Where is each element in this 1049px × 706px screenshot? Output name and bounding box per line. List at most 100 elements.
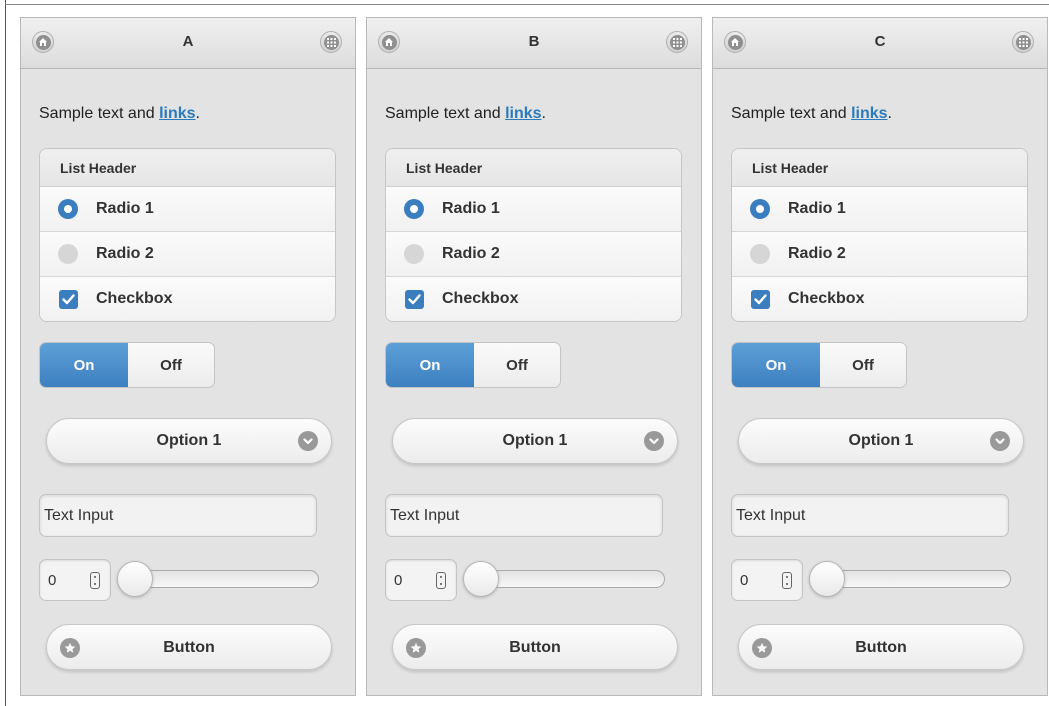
select-menu[interactable]: Option 1 [392,418,678,464]
grid-button[interactable] [666,31,688,53]
sample-text: Sample text and links. [385,105,546,123]
checkbox-label: Checkbox [442,290,519,307]
grid-icon [323,34,339,50]
radio-2-label: Radio 2 [442,245,500,262]
radio-1-label: Radio 1 [96,200,154,217]
flip-switch-off[interactable]: Off [128,343,214,387]
page-title: C [874,33,886,50]
list-item-radio-1[interactable]: Radio 1 [40,187,335,232]
grid-button[interactable] [320,31,342,53]
action-button[interactable]: Button [46,624,332,670]
sample-link[interactable]: links [505,105,541,122]
select-menu[interactable]: Option 1 [738,418,1024,464]
slider-value: 0 [48,572,57,589]
grid-icon [669,34,685,50]
action-button[interactable]: Button [392,624,678,670]
flip-switch[interactable]: On Off [731,342,907,388]
home-icon [381,34,397,50]
select-menu[interactable]: Option 1 [46,418,332,464]
select-value: Option 1 [502,432,568,449]
sample-link[interactable]: links [159,105,195,122]
radio-1-label: Radio 1 [788,200,846,217]
chevron-down-icon [298,431,318,451]
radio-selected-icon[interactable] [58,199,78,219]
radio-selected-icon[interactable] [750,199,770,219]
list-item-radio-2[interactable]: Radio 2 [386,232,681,277]
list-item-checkbox[interactable]: Checkbox [732,277,1027,321]
list-header: List Header [386,149,681,187]
spinner-icon[interactable] [782,572,792,589]
list-item-radio-2[interactable]: Radio 2 [40,232,335,277]
slider-value: 0 [740,572,749,589]
slider-handle[interactable] [463,561,499,597]
sample-text-suffix: . [541,105,546,122]
button-label: Button [163,639,215,656]
sample-link[interactable]: links [851,105,887,122]
checkbox-label: Checkbox [788,290,865,307]
sample-text-lead: Sample text and [731,105,852,122]
radio-unselected-icon[interactable] [58,244,78,264]
flip-switch-on[interactable]: On [40,343,128,387]
radio-2-label: Radio 2 [96,245,154,262]
spinner-icon[interactable] [436,572,446,589]
text-input[interactable] [731,494,1009,537]
sample-text-lead: Sample text and [39,105,160,122]
chevron-down-icon [990,431,1010,451]
slider-value-input[interactable]: 0 [39,559,111,601]
spinner-icon[interactable] [90,572,100,589]
page-title: B [528,33,540,50]
radio-1-label: Radio 1 [442,200,500,217]
list-item-checkbox[interactable]: Checkbox [386,277,681,321]
checkbox-checked-icon[interactable] [59,290,78,309]
sample-text-suffix: . [887,105,892,122]
radio-unselected-icon[interactable] [750,244,770,264]
flip-switch[interactable]: On Off [39,342,215,388]
header-bar: C [713,18,1047,69]
header-bar: B [367,18,701,69]
page-title: A [182,33,194,50]
frame-border-left [5,0,6,706]
list-item-radio-1[interactable]: Radio 1 [386,187,681,232]
header-bar: A [21,18,355,69]
flip-switch-off[interactable]: Off [820,343,906,387]
grid-button[interactable] [1012,31,1034,53]
select-value: Option 1 [156,432,222,449]
slider-value-input[interactable]: 0 [731,559,803,601]
button-label: Button [509,639,561,656]
flip-switch-on[interactable]: On [732,343,820,387]
list-item-checkbox[interactable]: Checkbox [40,277,335,321]
list-header: List Header [40,149,335,187]
home-icon [727,34,743,50]
list-header: List Header [732,149,1027,187]
checkbox-checked-icon[interactable] [751,290,770,309]
flip-switch-on[interactable]: On [386,343,474,387]
radio-selected-icon[interactable] [404,199,424,219]
flip-switch-off[interactable]: Off [474,343,560,387]
radio-2-label: Radio 2 [788,245,846,262]
list: List Header Radio 1 Radio 2 Checkbox [385,148,682,322]
home-button[interactable] [378,31,400,53]
text-input[interactable] [385,494,663,537]
action-button[interactable]: Button [738,624,1024,670]
theme-panel: B Sample text and links. List Header Rad… [366,17,702,696]
slider-value-input[interactable]: 0 [385,559,457,601]
slider-handle[interactable] [117,561,153,597]
list-item-radio-1[interactable]: Radio 1 [732,187,1027,232]
chevron-down-icon [644,431,664,451]
home-button[interactable] [32,31,54,53]
list-item-radio-2[interactable]: Radio 2 [732,232,1027,277]
flip-switch[interactable]: On Off [385,342,561,388]
list: List Header Radio 1 Radio 2 Checkbox [731,148,1028,322]
grid-icon [1015,34,1031,50]
theme-panel: C Sample text and links. List Header Rad… [712,17,1048,696]
radio-unselected-icon[interactable] [404,244,424,264]
checkbox-checked-icon[interactable] [405,290,424,309]
text-input[interactable] [39,494,317,537]
sample-text: Sample text and links. [39,105,200,123]
sample-text-lead: Sample text and [385,105,506,122]
slider-handle[interactable] [809,561,845,597]
frame-border-top [5,4,1049,5]
home-button[interactable] [724,31,746,53]
list: List Header Radio 1 Radio 2 Checkbox [39,148,336,322]
checkbox-label: Checkbox [96,290,173,307]
